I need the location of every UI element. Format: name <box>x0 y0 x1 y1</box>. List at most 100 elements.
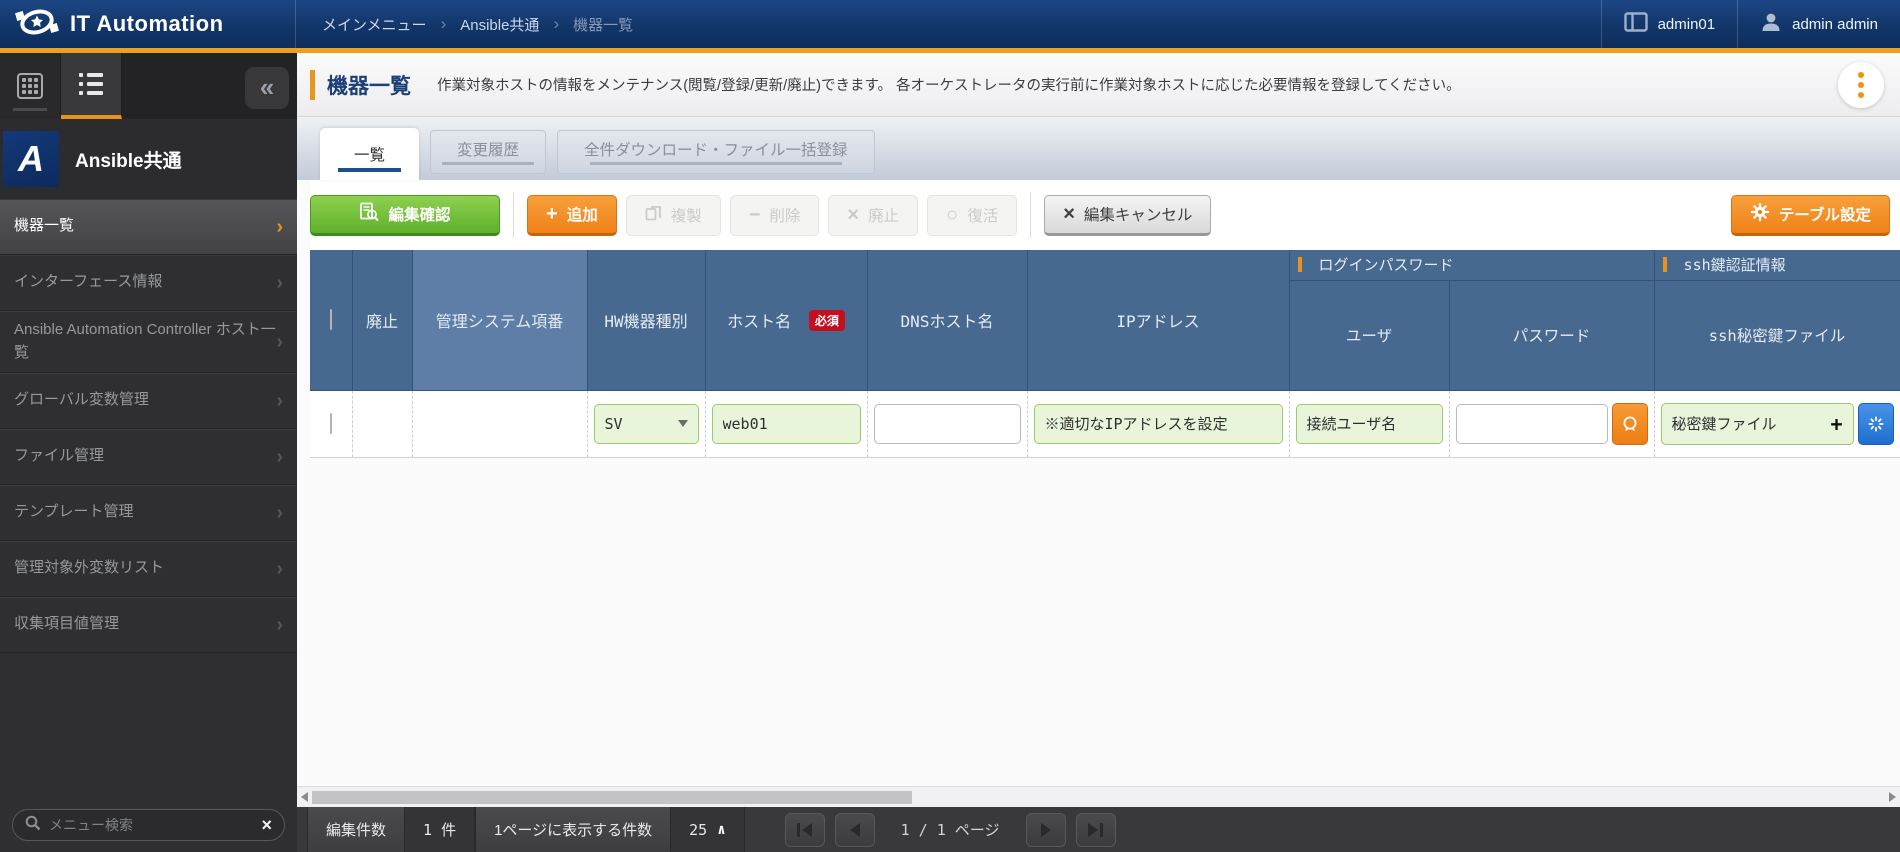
duplicate-icon <box>645 204 662 226</box>
row-ssh-key-file-cell: 秘密鍵ファイル + <box>1654 390 1900 457</box>
column-header-host-name[interactable]: ホスト名 必須 <box>705 250 867 390</box>
menu-search-input[interactable] <box>49 817 253 833</box>
search-icon <box>25 815 41 836</box>
tab-menu-grid[interactable] <box>0 53 61 119</box>
column-header-system-no[interactable]: 管理システム項番 <box>412 250 587 390</box>
duplicate-button[interactable]: 複製 <box>626 195 721 236</box>
tab-label: 変更履歴 <box>457 138 519 160</box>
ip-address-input[interactable] <box>1034 404 1283 444</box>
duplicate-label: 複製 <box>671 204 702 226</box>
table-row: SV <box>310 390 1900 457</box>
sidebar-item-aac-host-list[interactable]: Ansible Automation Controller ホスト一覧 › <box>0 311 297 373</box>
file-action-button[interactable] <box>1858 403 1894 445</box>
gear-icon <box>1750 202 1770 227</box>
scrollbar-thumb[interactable] <box>312 791 912 804</box>
sidebar-item-label: ファイル管理 <box>14 445 104 468</box>
search-clear-icon[interactable]: × <box>261 815 272 836</box>
sidebar-item-file-management[interactable]: ファイル管理 › <box>0 429 297 485</box>
column-header-ip-address[interactable]: IPアドレス <box>1027 250 1289 390</box>
sidebar-item-collection-values[interactable]: 収集項目値管理 › <box>0 597 297 653</box>
chevron-right-icon: › <box>276 212 283 242</box>
column-header-dns-host-name[interactable]: DNSホスト名 <box>867 250 1027 390</box>
tab-menu-list[interactable] <box>61 53 122 119</box>
page-menu-button[interactable] <box>1838 62 1884 108</box>
edit-cancel-label: 編集キャンセル <box>1084 203 1193 225</box>
title-accent-bar <box>310 70 315 100</box>
select-all-checkbox[interactable] <box>330 309 332 330</box>
edit-confirm-button[interactable]: 編集確認 <box>310 195 500 236</box>
last-page-button[interactable] <box>1076 813 1116 847</box>
chevron-right-icon: › <box>276 554 283 584</box>
row-discard-cell <box>352 390 412 457</box>
toolbar: 編集確認 + 追加 複製 <box>310 180 1900 250</box>
column-header-user[interactable]: ユーザ <box>1289 280 1449 390</box>
sidebar-item-device-list[interactable]: 機器一覧 › <box>0 199 297 255</box>
prev-page-icon <box>850 823 860 837</box>
edit-cancel-button[interactable]: × 編集キャンセル <box>1044 195 1211 236</box>
toolbar-divider <box>1030 192 1031 238</box>
column-header-hw-type[interactable]: HW機器種別 <box>587 250 705 390</box>
breadcrumb-main-menu[interactable]: メインメニュー <box>322 14 427 35</box>
add-button[interactable]: + 追加 <box>527 195 617 236</box>
column-header-ssh-key-file[interactable]: ssh秘密鍵ファイル <box>1654 280 1900 390</box>
first-page-button[interactable] <box>785 813 825 847</box>
sidebar-tabs: « <box>0 53 297 119</box>
sidebar: « A Ansible共通 機器一覧 › インターフェース情報 › Ansibl… <box>0 53 297 852</box>
per-page-value: 25 <box>689 821 707 839</box>
restore-button[interactable]: ○ 復活 <box>927 195 1017 236</box>
password-reveal-button[interactable] <box>1612 403 1648 445</box>
per-page-select[interactable]: 25 ∧ <box>671 807 745 852</box>
content-area: 編集確認 + 追加 複製 <box>297 180 1900 786</box>
row-ip-address-cell <box>1027 390 1289 457</box>
view-tabs: 一覧 変更履歴 全件ダウンロード・ファイル一括登録 <box>297 117 1900 180</box>
add-label: 追加 <box>567 203 598 225</box>
row-checkbox[interactable] <box>330 413 332 434</box>
prev-page-button[interactable] <box>835 813 875 847</box>
sidebar-collapse-button[interactable]: « <box>245 67 289 109</box>
sidebar-item-label: Ansible Automation Controller ホスト一覧 <box>14 319 276 364</box>
horizontal-scrollbar[interactable] <box>297 786 1900 807</box>
host-name-input[interactable] <box>712 404 861 444</box>
sidebar-item-interface-info[interactable]: インターフェース情報 › <box>0 255 297 311</box>
table-empty-area <box>310 458 1900 787</box>
host-name-header-label: ホスト名 <box>727 312 791 331</box>
tab-change-history[interactable]: 変更履歴 <box>430 130 546 174</box>
sidebar-item-global-variables[interactable]: グローバル変数管理 › <box>0 373 297 429</box>
required-badge: 必須 <box>809 310 845 331</box>
tab-bulk-download-upload[interactable]: 全件ダウンロード・ファイル一括登録 <box>557 130 875 174</box>
table-settings-button[interactable]: テーブル設定 <box>1731 195 1890 236</box>
sidebar-item-label: 収集項目値管理 <box>14 613 119 636</box>
app-logo-area[interactable]: IT Automation <box>0 0 296 48</box>
breadcrumb: メインメニュー › Ansible共通 › 機器一覧 <box>296 14 633 35</box>
chevron-right-icon: › <box>276 327 283 357</box>
scroll-right-icon[interactable] <box>1889 792 1896 802</box>
ssh-key-file-label: 秘密鍵ファイル <box>1672 413 1777 434</box>
user-menu[interactable]: admin admin <box>1737 0 1900 48</box>
hw-type-select[interactable]: SV <box>594 404 699 444</box>
caret-up-icon: ∧ <box>717 822 725 838</box>
user-input[interactable] <box>1296 404 1443 444</box>
chevron-right-icon: › <box>276 442 283 472</box>
ssh-key-file-button[interactable]: 秘密鍵ファイル + <box>1661 403 1854 445</box>
next-page-button[interactable] <box>1026 813 1066 847</box>
sidebar-item-unmanaged-variables[interactable]: 管理対象外変数リスト › <box>0 541 297 597</box>
row-system-no-cell <box>412 390 587 457</box>
column-header-password[interactable]: パスワード <box>1449 280 1654 390</box>
password-input[interactable] <box>1456 404 1608 444</box>
scroll-left-icon[interactable] <box>301 792 308 802</box>
sidebar-item-label: テンプレート管理 <box>14 501 134 524</box>
column-header-discard[interactable]: 廃止 <box>352 250 412 390</box>
user-icon <box>1760 11 1782 37</box>
discard-button[interactable]: × 廃止 <box>828 195 918 236</box>
dns-host-name-input[interactable] <box>874 404 1021 444</box>
tab-list-view[interactable]: 一覧 <box>320 128 419 180</box>
column-group-ssh-key: ssh鍵認証情報 <box>1654 250 1900 280</box>
page-description: 作業対象ホストの情報をメンテナンス(閲覧/登録/更新/廃止)できます。 各オーケ… <box>437 74 1461 95</box>
delete-button[interactable]: − 削除 <box>730 195 820 236</box>
toolbar-divider <box>513 192 514 238</box>
breadcrumb-ansible-common[interactable]: Ansible共通 <box>460 14 539 35</box>
app-title: IT Automation <box>70 11 224 37</box>
menu-search-area: × <box>0 798 297 852</box>
workspace-menu[interactable]: admin01 <box>1601 0 1738 48</box>
sidebar-item-template-management[interactable]: テンプレート管理 › <box>0 485 297 541</box>
